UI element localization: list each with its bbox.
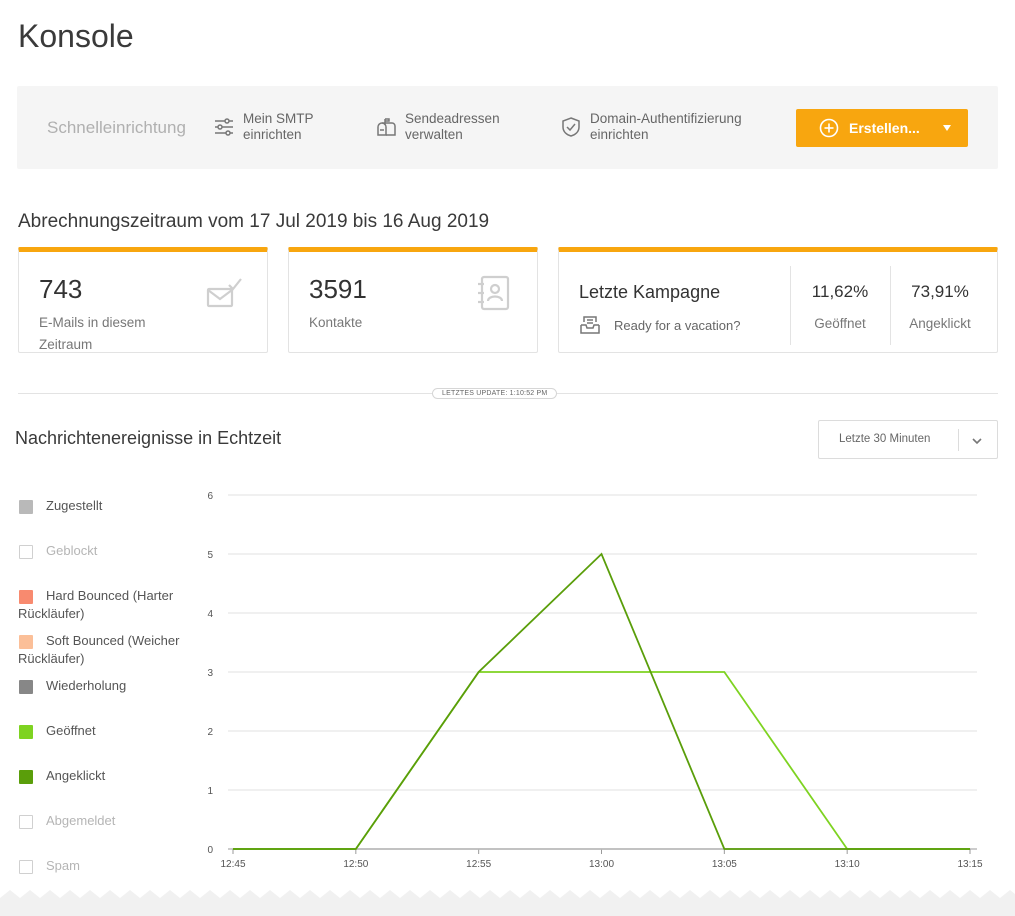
sender-addresses-line2: verwalten: [405, 127, 463, 142]
sender-addresses-link[interactable]: Sendeadressen verwalten: [375, 111, 500, 143]
legend-item[interactable]: Angeklickt: [18, 767, 193, 785]
clicked-label: Angeklickt: [909, 316, 971, 331]
emails-count: 743: [39, 274, 83, 304]
plus-circle-icon: [819, 118, 839, 138]
x-tick-label: 12:50: [343, 859, 368, 870]
y-tick-label: 2: [207, 727, 213, 738]
legend-item[interactable]: Zugestellt: [18, 497, 193, 515]
legend-item[interactable]: Geöffnet: [18, 722, 193, 740]
mailbox-icon: [377, 118, 396, 136]
x-tick-label: 13:05: [712, 859, 737, 870]
opened-label: Geöffnet: [814, 316, 866, 331]
clicked-rate: 73,91%: [911, 282, 969, 301]
legend-item[interactable]: Soft Bounced (Weicher Rückläufer): [18, 632, 193, 668]
quick-setup-label: Schnelleinrichtung: [47, 118, 186, 137]
series-line: [233, 671, 970, 850]
legend-label: Spam: [46, 858, 80, 873]
last-campaign-link[interactable]: Ready for a vacation?: [579, 314, 740, 336]
domain-auth-link[interactable]: Domain-Authentifizierung einrichten: [560, 111, 742, 143]
emails-card: 743 E-Mails in diesem Zeitraum: [18, 247, 268, 353]
legend-item[interactable]: Spam: [18, 857, 193, 875]
time-range-select[interactable]: Letzte 30 Minuten: [818, 420, 998, 459]
legend-label: Geöffnet: [46, 723, 96, 738]
legend-item[interactable]: Wiederholung: [18, 677, 193, 695]
last-update-badge: LETZTES UPDATE: 1:10:52 PM: [432, 388, 558, 399]
x-tick-label: 13:15: [957, 859, 982, 870]
contacts-card: 3591 Kontakte: [288, 247, 538, 353]
opened-stat: 11,62% Geöffnet: [790, 282, 890, 331]
legend-label: Wiederholung: [46, 678, 127, 693]
legend-swatch: [19, 770, 33, 784]
domain-auth-line1: Domain-Authentifizierung: [590, 111, 742, 126]
legend-item[interactable]: Hard Bounced (Harter Rückläufer): [18, 587, 193, 623]
create-button-label: Erstellen...: [849, 120, 920, 136]
series-line: [233, 552, 970, 850]
legend-item[interactable]: Abgemeldet: [18, 812, 193, 830]
y-tick-label: 5: [207, 550, 213, 561]
x-tick-label: 12:45: [220, 859, 245, 870]
legend-swatch: [19, 545, 33, 559]
x-tick-label: 13:10: [835, 859, 860, 870]
x-tick-label: 13:00: [589, 859, 614, 870]
events-title: Nachrichtenereignisse in Echtzeit: [15, 428, 282, 448]
opened-rate: 11,62%: [811, 282, 869, 301]
legend-swatch: [19, 500, 33, 514]
legend-swatch: [19, 680, 33, 694]
legend-swatch: [19, 725, 33, 739]
quick-setup-bar: Schnelleinrichtung Mein SMTP einrichten …: [17, 86, 998, 169]
legend-label: Abgemeldet: [46, 813, 116, 828]
time-range-value: Letzte 30 Minuten: [839, 433, 931, 445]
create-button[interactable]: Erstellen...: [796, 109, 968, 147]
chevron-down-icon: [972, 438, 982, 445]
contacts-label: Kontakte: [309, 315, 363, 330]
legend-label: Geblockt: [46, 543, 98, 558]
mail-tray-icon: [580, 316, 600, 334]
domain-auth-text: Domain-Authentifizierung einrichten: [590, 111, 742, 143]
setup-smtp-line1: Mein SMTP: [243, 111, 314, 126]
clicked-stat: 73,91% Angeklickt: [890, 282, 990, 331]
y-tick-label: 6: [207, 491, 213, 502]
torn-edge-decoration: [0, 890, 1015, 916]
legend-swatch: [19, 590, 33, 604]
contacts-count: 3591: [309, 274, 367, 304]
torn-edge-shape: [0, 890, 1015, 916]
legend-item[interactable]: Geblockt: [18, 542, 193, 560]
caret-down-icon: [942, 125, 951, 131]
last-campaign-name: Ready for a vacation?: [614, 317, 741, 333]
last-campaign-card: Letzte Kampagne Ready for a vacation? 11…: [558, 247, 998, 353]
sliders-icon: [215, 118, 233, 136]
legend-swatch: [19, 635, 33, 649]
legend-label: Soft Bounced (Weicher Rückläufer): [18, 633, 180, 666]
address-book-icon: [478, 275, 510, 311]
emails-label: E-Mails in diesem Zeitraum: [39, 315, 146, 352]
sender-addresses-line1: Sendeadressen: [405, 111, 500, 126]
last-campaign-label: Letzte Kampagne: [579, 282, 721, 302]
page-title: Konsole: [18, 18, 134, 54]
envelope-check-icon: [206, 278, 242, 308]
setup-smtp-link[interactable]: Mein SMTP einrichten: [213, 111, 314, 143]
legend-swatch: [19, 815, 33, 829]
domain-auth-line2: einrichten: [590, 127, 649, 142]
x-tick-label: 12:55: [466, 859, 491, 870]
setup-smtp-text: Mein SMTP einrichten: [243, 111, 314, 143]
y-tick-label: 1: [207, 786, 213, 797]
sender-addresses-text: Sendeadressen verwalten: [405, 111, 500, 143]
legend-swatch: [19, 860, 33, 874]
legend-label: Hard Bounced (Harter Rückläufer): [18, 588, 174, 621]
y-tick-label: 3: [207, 668, 213, 679]
select-divider: [958, 429, 959, 451]
events-line-chart: 0 1 2 3 4 5 6 12:45 12:50 12:55 13:00 13:05 13:10 13:…: [207, 491, 983, 870]
setup-smtp-line2: einrichten: [243, 127, 302, 142]
legend-label: Zugestellt: [46, 498, 103, 513]
shield-check-icon: [562, 117, 580, 137]
y-tick-label: 0: [207, 845, 213, 856]
y-tick-label: 4: [207, 609, 213, 620]
billing-period-title: Abrechnungszeitraum vom 17 Jul 2019 bis …: [18, 211, 490, 232]
legend-label: Angeklickt: [46, 768, 106, 783]
